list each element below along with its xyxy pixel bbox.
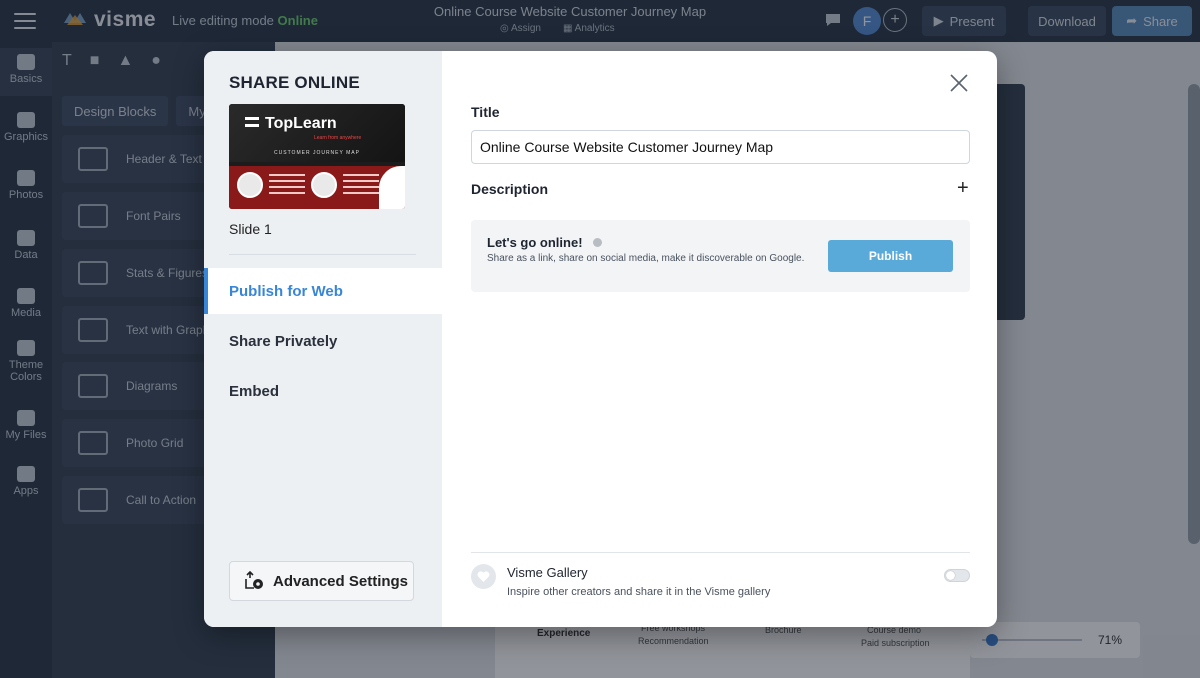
publish-heading: Let's go online! [487, 235, 602, 250]
dialog-title: SHARE ONLINE [229, 73, 360, 92]
dialog-sidebar: SHARE ONLINE TopLearn Learn from anywher… [204, 51, 442, 627]
slide-thumbnail: TopLearn Learn from anywhere CUSTOMER JO… [229, 104, 405, 209]
gallery-title: Visme Gallery [507, 565, 588, 580]
close-icon[interactable] [949, 73, 969, 93]
advanced-settings-icon [245, 571, 263, 589]
persona-photo [237, 172, 263, 198]
persona-photo [311, 172, 337, 198]
persona-details [343, 174, 379, 198]
toggle-knob [946, 571, 955, 580]
nav-embed[interactable]: Embed [204, 368, 442, 414]
nav-share-privately[interactable]: Share Privately [204, 318, 442, 364]
dialog-content: Title Description + Let's go online! Sha… [442, 51, 997, 627]
gallery-toggle[interactable] [944, 569, 970, 582]
title-input[interactable] [471, 130, 970, 164]
thumbnail-brand: TopLearn [265, 115, 337, 132]
status-dot-icon [592, 238, 602, 247]
nav-publish-for-web[interactable]: Publish for Web [204, 268, 442, 314]
gallery-description: Inspire other creators and share it in t… [507, 586, 771, 598]
graduation-cap-icon [245, 117, 259, 127]
advanced-settings-button[interactable]: Advanced Settings [229, 561, 414, 601]
heart-glyph [477, 570, 490, 582]
content-divider [471, 552, 970, 553]
heart-icon [471, 564, 496, 589]
persona-details [269, 174, 305, 198]
description-label: Description [471, 181, 549, 197]
title-label: Title [471, 104, 500, 120]
sidebar-divider [229, 254, 416, 255]
thumbnail-tagline: Learn from anywhere [314, 135, 362, 141]
publish-panel: Let's go online! Share as a link, share … [471, 220, 970, 292]
slide-label: Slide 1 [229, 221, 272, 237]
add-description-icon[interactable]: + [957, 178, 969, 198]
publish-heading-text: Let's go online! [487, 235, 583, 250]
thumbnail-subtitle: CUSTOMER JOURNEY MAP [274, 150, 360, 156]
advanced-settings-label: Advanced Settings [273, 572, 409, 590]
share-online-dialog: SHARE ONLINE TopLearn Learn from anywher… [204, 51, 997, 627]
publish-description: Share as a link, share on social media, … [487, 253, 805, 264]
publish-button[interactable]: Publish [828, 240, 953, 272]
